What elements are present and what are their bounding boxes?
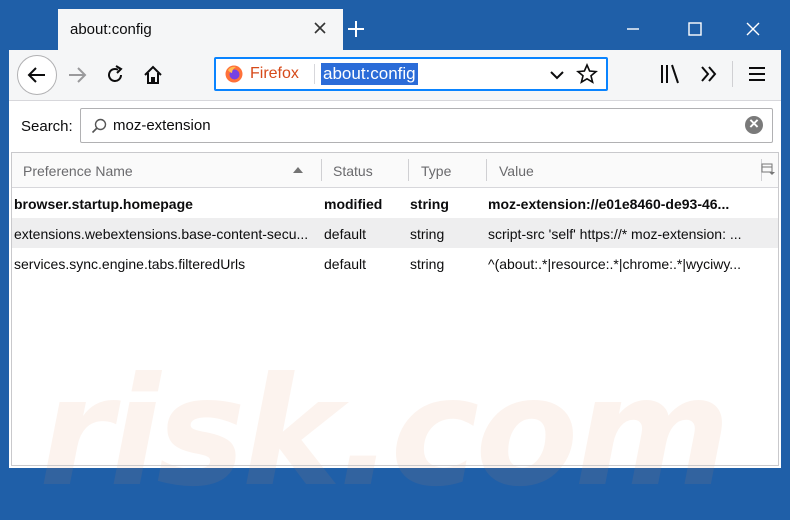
preferences-table: Preference Name Status Type Value browse… — [11, 152, 779, 466]
column-divider[interactable] — [486, 159, 487, 181]
search-icon — [91, 118, 107, 134]
column-header-preference-name[interactable]: Preference Name — [23, 163, 133, 179]
pref-status: default — [324, 226, 367, 242]
hamburger-menu-icon[interactable] — [746, 63, 768, 85]
minimize-icon — [627, 28, 639, 30]
pref-name: services.sync.engine.tabs.filteredUrls — [14, 256, 246, 272]
column-divider[interactable] — [408, 159, 409, 181]
reload-button[interactable] — [99, 59, 131, 91]
tab-about-config[interactable]: about:config — [58, 9, 343, 50]
forward-button[interactable] — [61, 59, 93, 91]
sort-ascending-icon — [293, 167, 303, 173]
url-bar[interactable]: Firefox about:config — [214, 57, 608, 91]
home-icon — [144, 65, 162, 84]
chevron-down-icon[interactable] — [548, 66, 566, 84]
search-label: Search: — [21, 118, 73, 135]
nav-toolbar: Firefox about:config — [9, 50, 781, 101]
new-tab-icon[interactable] — [341, 14, 371, 44]
maximize-icon — [688, 22, 702, 36]
arrow-left-icon — [27, 67, 45, 83]
back-button[interactable] — [17, 55, 57, 95]
search-value: moz-extension — [113, 117, 211, 134]
bookmark-star-icon[interactable] — [576, 63, 598, 85]
firefox-logo-icon — [225, 65, 243, 83]
column-header-status[interactable]: Status — [333, 163, 373, 179]
url-text[interactable]: about:config — [321, 63, 418, 85]
about-config-page: risk.com Search: moz-extension Preferenc… — [9, 101, 781, 520]
toolbar-separator — [732, 61, 733, 87]
table-row[interactable]: extensions.webextensions.base-content-se… — [12, 218, 778, 248]
close-window-button[interactable] — [733, 14, 773, 44]
pref-name: browser.startup.homepage — [14, 196, 193, 212]
tab-title: about:config — [70, 21, 152, 38]
reload-icon — [108, 65, 123, 82]
column-divider[interactable] — [321, 159, 322, 181]
table-header: Preference Name Status Type Value — [12, 153, 778, 188]
column-header-value[interactable]: Value — [499, 163, 534, 179]
pref-name: extensions.webextensions.base-content-se… — [14, 226, 309, 242]
column-picker-icon[interactable] — [761, 162, 775, 176]
pref-value: script-src 'self' https://* moz-extensio… — [488, 226, 742, 242]
maximize-button[interactable] — [675, 14, 715, 44]
minimize-button[interactable] — [613, 14, 653, 44]
arrow-right-icon — [69, 67, 87, 83]
home-button[interactable] — [137, 59, 169, 91]
tab-strip: about:config — [9, 9, 781, 50]
pref-status: default — [324, 256, 367, 272]
browser-window: about:config Firefox about:config risk.c… — [0, 0, 790, 520]
close-icon — [746, 22, 760, 36]
search-input[interactable]: moz-extension — [80, 108, 773, 143]
library-icon[interactable] — [659, 63, 683, 85]
pref-type: string — [410, 196, 449, 212]
pref-type: string — [410, 256, 445, 272]
identity-label: Firefox — [250, 65, 299, 82]
pref-value: moz-extension://e01e8460-de93-46... — [488, 196, 730, 212]
clear-search-icon[interactable] — [745, 114, 763, 134]
overflow-chevron-icon[interactable] — [698, 63, 720, 85]
table-row[interactable]: browser.startup.homepage modified string… — [12, 188, 778, 218]
table-row[interactable]: services.sync.engine.tabs.filteredUrls d… — [12, 248, 778, 278]
pref-value: ^(about:.*|resource:.*|chrome:.*|wyciwy.… — [488, 256, 741, 272]
pref-status: modified — [324, 196, 383, 212]
url-separator — [314, 64, 315, 84]
pref-type: string — [410, 226, 445, 242]
column-header-type[interactable]: Type — [421, 163, 451, 179]
close-tab-icon[interactable] — [309, 17, 331, 39]
